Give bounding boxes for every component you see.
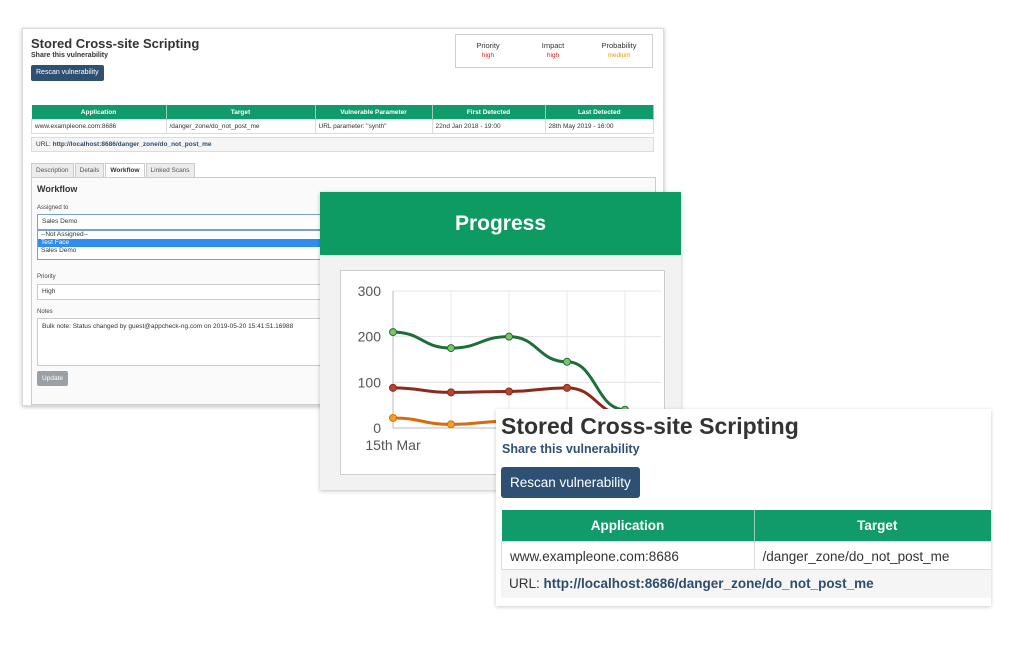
column-header: Vulnerable Parameter bbox=[315, 105, 433, 120]
share-vulnerability-link-large[interactable]: Share this vulnerability bbox=[502, 442, 640, 456]
target-cell: /danger_zone/do_not_post_me bbox=[753, 541, 991, 571]
column-header: Target bbox=[754, 510, 991, 542]
impact-value: high bbox=[546, 52, 560, 59]
x-tick-label: 15th Mar bbox=[365, 437, 421, 453]
data-point bbox=[505, 332, 513, 341]
application-cell: www.exampleone.com:8686 bbox=[501, 541, 755, 571]
priority-rating: Priority high bbox=[458, 41, 518, 59]
update-button[interactable]: Update bbox=[37, 371, 68, 386]
vulnerability-header-zoom: Stored Cross-site Scripting Share this v… bbox=[496, 409, 991, 606]
data-point bbox=[389, 328, 397, 337]
vulnerability-meta-table: Application Target Vulnerable Parameter … bbox=[31, 105, 654, 134]
data-point bbox=[447, 388, 455, 397]
data-point bbox=[505, 387, 513, 396]
last-detected-cell: 28th May 2019 - 16:00 bbox=[544, 119, 654, 134]
impact-rating: Impact high bbox=[523, 41, 583, 59]
column-header: Last Detected bbox=[545, 105, 654, 120]
rescan-vulnerability-button[interactable]: Rescan vulnerability bbox=[31, 65, 104, 81]
rescan-vulnerability-button-large[interactable]: Rescan vulnerability bbox=[501, 467, 640, 498]
url-value[interactable]: http://localhost:8686/danger_zone/do_not… bbox=[53, 141, 212, 148]
tab-description[interactable]: Description bbox=[31, 163, 74, 177]
table-row: www.exampleone.com:8686 /danger_zone/do_… bbox=[501, 541, 991, 571]
data-point bbox=[389, 413, 397, 422]
parameter-cell: URL parameter: "synth" bbox=[314, 119, 433, 134]
data-point bbox=[563, 383, 571, 392]
first-detected-cell: 22nd Jan 2018 - 19:00 bbox=[431, 119, 546, 134]
y-tick-label: 100 bbox=[358, 374, 382, 390]
column-header: Application bbox=[501, 510, 755, 542]
url-row-large: URL: http://localhost:8686/danger_zone/d… bbox=[501, 569, 991, 598]
probability-rating: Probability medium bbox=[589, 41, 649, 59]
data-point bbox=[563, 357, 571, 366]
table-row: www.exampleone.com:8686 /danger_zone/do_… bbox=[31, 119, 654, 134]
application-cell: www.exampleone.com:8686 bbox=[31, 119, 167, 134]
url-label: URL: bbox=[509, 576, 540, 591]
data-point bbox=[389, 383, 397, 392]
column-header: Target bbox=[166, 105, 316, 120]
priority-field-label: Priority bbox=[37, 274, 56, 280]
priority-label: Priority bbox=[476, 41, 500, 50]
tab-details[interactable]: Details bbox=[74, 163, 105, 177]
column-header: Application bbox=[31, 105, 167, 120]
impact-label: Impact bbox=[541, 41, 565, 50]
priority-value: high bbox=[481, 52, 495, 59]
vulnerability-title: Stored Cross-site Scripting bbox=[31, 36, 200, 51]
tab-bar: Description Details Workflow Linked Scan… bbox=[31, 163, 196, 177]
notes-label: Notes bbox=[37, 309, 53, 315]
progress-title: Progress bbox=[454, 212, 547, 235]
url-value[interactable]: http://localhost:8686/danger_zone/do_not… bbox=[544, 576, 874, 591]
data-point bbox=[447, 344, 455, 353]
share-vulnerability-link[interactable]: Share this vulnerability bbox=[31, 52, 108, 59]
workflow-heading: Workflow bbox=[37, 184, 78, 194]
y-tick-label: 200 bbox=[358, 329, 382, 345]
url-label: URL: bbox=[36, 141, 51, 148]
column-header: First Detected bbox=[432, 105, 546, 120]
y-tick-label: 0 bbox=[373, 420, 381, 436]
data-point bbox=[447, 420, 455, 429]
url-row: URL: http://localhost:8686/danger_zone/d… bbox=[31, 137, 654, 152]
tab-workflow[interactable]: Workflow bbox=[105, 163, 145, 177]
vulnerability-title-large: Stored Cross-site Scripting bbox=[501, 413, 799, 439]
target-cell: /danger_zone/do_not_post_me bbox=[165, 119, 316, 134]
tab-linked-scans[interactable]: Linked Scans bbox=[145, 163, 195, 177]
y-tick-label: 300 bbox=[358, 283, 382, 299]
assigned-to-label: Assigned to bbox=[37, 205, 69, 211]
vulnerability-meta-table-large: Application Target www.exampleone.com:86… bbox=[501, 510, 991, 571]
probability-label: Probability bbox=[601, 41, 637, 50]
rating-box: Priority high Impact high Probability me… bbox=[455, 34, 653, 68]
probability-value: medium bbox=[607, 52, 631, 59]
